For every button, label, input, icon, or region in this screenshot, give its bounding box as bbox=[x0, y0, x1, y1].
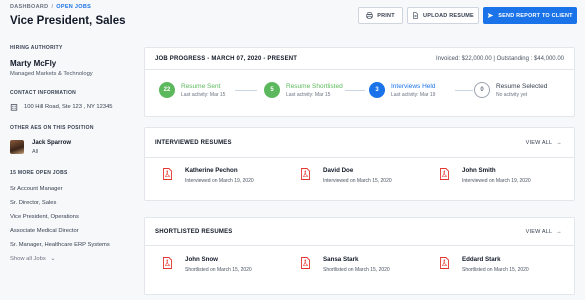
top-bar: DASHBOARD / OPEN JOBS Vice President, Sale… bbox=[0, 0, 585, 38]
resume-name: Sansa Stark bbox=[323, 256, 359, 263]
step-resume-sent[interactable]: 22 Resume Sent Last activity: Mar 15 bbox=[159, 82, 225, 98]
send-report-button[interactable]: SEND REPORT TO CLIENT bbox=[483, 7, 577, 24]
ae-entry[interactable]: Jack Sparrow All bbox=[10, 140, 138, 155]
resume-item[interactable]: Katherine Pechon Interviewed on March 19,… bbox=[162, 167, 254, 184]
job-link[interactable]: Sr. Director, Sales bbox=[10, 200, 138, 206]
resume-date: Shortlisted on March 15, 2020 bbox=[462, 267, 529, 273]
interviewed-list: Katherine Pechon Interviewed on March 19,… bbox=[145, 158, 574, 201]
arrow-right-icon: → bbox=[556, 229, 562, 235]
chevron-down-icon: ⌄ bbox=[50, 256, 56, 262]
step-connector bbox=[455, 90, 473, 91]
address-row: 100 Hill Road, Ste 123 , NY 12345 bbox=[10, 103, 138, 111]
ae-name: Jack Sparrow bbox=[32, 140, 72, 146]
step-label: Resume Shortlisted bbox=[286, 82, 343, 90]
step-label: Interviews Held bbox=[391, 82, 436, 90]
job-link[interactable]: Vice President, Operations bbox=[10, 214, 138, 220]
building-icon bbox=[10, 104, 18, 111]
more-jobs-label: 15 MORE OPEN JOBS bbox=[10, 170, 68, 176]
address-text: 100 Hill Road, Ste 123 , NY 12345 bbox=[24, 104, 113, 110]
job-progress-card: JOB PROGRESS - MARCH 07, 2020 - PRESENT … bbox=[144, 47, 575, 117]
interviewed-resumes-card: INTERVIEWED RESUMES VIEW ALL → Katherine… bbox=[144, 127, 575, 201]
pdf-file-icon bbox=[163, 257, 172, 269]
step-activity: No activity yet bbox=[496, 91, 528, 98]
view-all-label: VIEW ALL bbox=[525, 229, 553, 235]
pdf-file-icon bbox=[440, 168, 449, 180]
resume-item[interactable]: David Doe Interviewed on March 15, 2020 bbox=[300, 167, 392, 184]
shortlisted-header: SHORTLISTED RESUMES VIEW ALL → bbox=[145, 218, 574, 246]
page-title: Vice President, Sales bbox=[10, 15, 126, 27]
contact-label: CONTACT INFORMATION bbox=[10, 90, 77, 96]
shortlisted-resumes-card: SHORTLISTED RESUMES VIEW ALL → John Snow… bbox=[144, 217, 575, 295]
resume-date: Interviewed on March 19, 2020 bbox=[185, 178, 254, 184]
resume-date: Interviewed on March 19, 2020 bbox=[462, 178, 531, 184]
job-progress-header: JOB PROGRESS - MARCH 07, 2020 - PRESENT … bbox=[145, 48, 574, 70]
shortlisted-list: John Snow Shortlisted on March 15, 2020 S… bbox=[145, 246, 574, 296]
job-link[interactable]: Sr Account Manager bbox=[10, 186, 138, 192]
job-link[interactable]: Associate Medical Director bbox=[10, 228, 138, 234]
hiring-authority-role: Managed Markets & Technology bbox=[10, 71, 93, 77]
upload-label: UPLOAD RESUME bbox=[423, 12, 474, 19]
step-activity: Last activity: Mar 19 bbox=[391, 91, 436, 98]
resume-name: John Snow bbox=[185, 256, 218, 263]
hiring-authority-label: HIRING AUTHORITY bbox=[10, 45, 63, 51]
interviewed-title: INTERVIEWED RESUMES bbox=[155, 140, 232, 146]
show-all-label: Show all Jobs bbox=[10, 256, 46, 262]
avatar bbox=[10, 140, 24, 154]
step-count: 22 bbox=[159, 82, 175, 98]
resume-name: Eddard Stark bbox=[462, 256, 501, 263]
interviewed-header: INTERVIEWED RESUMES VIEW ALL → bbox=[145, 128, 574, 158]
view-all-label: VIEW ALL bbox=[525, 140, 553, 146]
resume-item[interactable]: Sansa Stark Shortlisted on March 15, 2020 bbox=[300, 256, 390, 273]
show-all-jobs-link[interactable]: Show all Jobs ⌄ bbox=[10, 256, 138, 262]
resume-date: Shortlisted on March 15, 2020 bbox=[185, 267, 252, 273]
print-label: PRINT bbox=[377, 12, 395, 19]
send-icon bbox=[487, 13, 494, 18]
breadcrumb: DASHBOARD / OPEN JOBS bbox=[10, 4, 91, 10]
step-activity: Last activity: Mar 15 bbox=[286, 91, 331, 98]
job-link[interactable]: Sr. Manager, Healthcare ERP Systems bbox=[10, 242, 138, 248]
printer-icon bbox=[366, 12, 373, 19]
invoice-summary: Invoiced: $22,000.00 | Outstanding : $44… bbox=[436, 56, 564, 62]
hiring-authority-name: Marty McFly bbox=[10, 59, 57, 68]
resume-item[interactable]: John Smith Interviewed on March 19, 2020 bbox=[439, 167, 531, 184]
step-resume-shortlisted[interactable]: 5 Resume Shortlisted Last activity: Mar 1… bbox=[264, 82, 343, 98]
step-label: Resume Selected bbox=[496, 82, 548, 90]
step-connector bbox=[345, 90, 365, 91]
step-connector bbox=[235, 90, 257, 91]
resume-item[interactable]: Eddard Stark Shortlisted on March 15, 202… bbox=[439, 256, 529, 273]
step-count: 0 bbox=[474, 82, 490, 98]
breadcrumb-separator: / bbox=[51, 4, 54, 10]
document-icon bbox=[413, 12, 418, 19]
resume-item[interactable]: John Snow Shortlisted on March 15, 2020 bbox=[162, 256, 252, 273]
resume-date: Interviewed on March 15, 2020 bbox=[323, 178, 392, 184]
resume-name: David Doe bbox=[323, 167, 354, 174]
upload-resume-button[interactable]: UPLOAD RESUME bbox=[407, 7, 479, 24]
breadcrumb-open-jobs[interactable]: OPEN JOBS bbox=[56, 4, 91, 10]
pdf-file-icon bbox=[301, 257, 310, 269]
sidebar: HIRING AUTHORITY Marty McFly Managed Mar… bbox=[10, 45, 138, 262]
resume-name: John Smith bbox=[462, 167, 496, 174]
resume-name: Katherine Pechon bbox=[185, 167, 238, 174]
shortlisted-title: SHORTLISTED RESUMES bbox=[155, 229, 233, 235]
step-count: 5 bbox=[264, 82, 280, 98]
print-button[interactable]: PRINT bbox=[358, 7, 403, 24]
arrow-right-icon: → bbox=[556, 140, 562, 146]
shortlisted-view-all-button[interactable]: VIEW ALL → bbox=[526, 229, 562, 235]
ae-sub: All bbox=[32, 149, 39, 155]
send-label: SEND REPORT TO CLIENT bbox=[498, 12, 573, 19]
step-count: 3 bbox=[369, 82, 385, 98]
step-resume-selected[interactable]: 0 Resume Selected No activity yet bbox=[474, 82, 547, 98]
step-label: Resume Sent bbox=[181, 82, 221, 90]
breadcrumb-dashboard[interactable]: DASHBOARD bbox=[10, 4, 48, 10]
step-interviews-held[interactable]: 3 Interviews Held Last activity: Mar 19 bbox=[369, 82, 435, 98]
interviewed-view-all-button[interactable]: VIEW ALL → bbox=[526, 140, 562, 146]
pdf-file-icon bbox=[440, 257, 449, 269]
other-aes-label: OTHER AES ON THIS POSITION bbox=[10, 125, 94, 131]
job-progress-title: JOB PROGRESS - MARCH 07, 2020 - PRESENT bbox=[155, 56, 298, 62]
step-activity: Last activity: Mar 15 bbox=[181, 91, 226, 98]
resume-date: Shortlisted on March 15, 2020 bbox=[323, 267, 390, 273]
progress-steps: 22 Resume Sent Last activity: Mar 15 5 Re… bbox=[145, 70, 574, 114]
pdf-file-icon bbox=[163, 168, 172, 180]
pdf-file-icon bbox=[301, 168, 310, 180]
